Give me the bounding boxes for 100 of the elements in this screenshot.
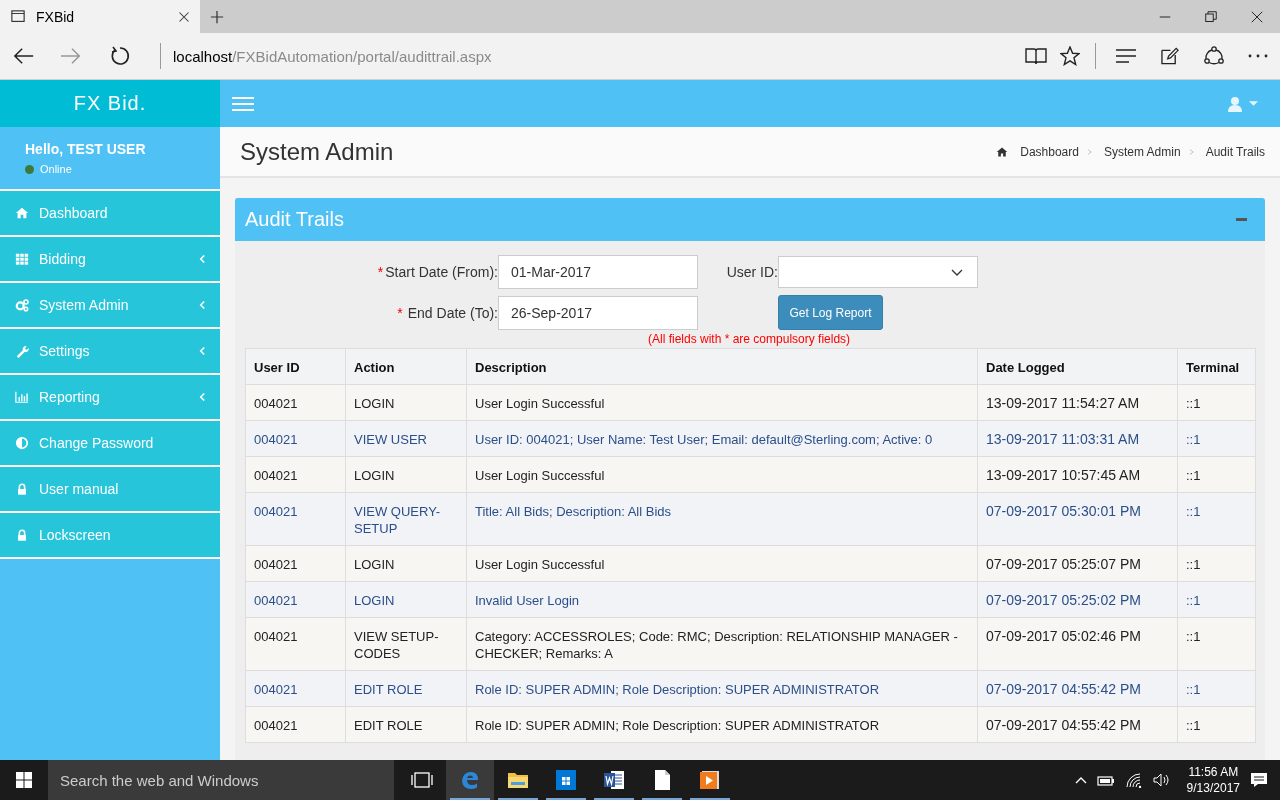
table-cell: EDIT ROLE <box>345 706 467 743</box>
table-cell: ::1 <box>1177 492 1256 546</box>
back-icon[interactable] <box>13 47 35 65</box>
column-header: Terminal <box>1177 348 1256 385</box>
table-cell: LOGIN <box>345 456 467 493</box>
sidebar-item[interactable]: Change Password <box>0 421 220 467</box>
table-cell: 004021 <box>245 670 346 707</box>
user-greeting: Hello, TEST USER <box>25 141 147 157</box>
status-dot <box>25 164 34 174</box>
play-icon[interactable] <box>698 768 722 792</box>
app-logo[interactable]: FX Bid. <box>0 80 220 127</box>
star-icon[interactable] <box>1060 46 1080 66</box>
table-cell: 07-09-2017 05:25:02 PM <box>977 581 1178 618</box>
task-view-icon[interactable] <box>411 771 433 789</box>
table-cell: Role ID: SUPER ADMIN; Role Description: SUPER ADMINISTRATOR <box>466 670 978 707</box>
get-log-report-button[interactable]: Get Log Report <box>778 295 883 330</box>
table-cell: ::1 <box>1177 617 1256 671</box>
breadcrumb-link[interactable]: Dashboard <box>1020 144 1079 159</box>
sidebar-item[interactable]: Settings <box>0 329 220 375</box>
pen-icon[interactable] <box>1161 47 1179 65</box>
browser-tab[interactable]: FXBid <box>0 0 200 33</box>
chevron-up-icon[interactable] <box>1074 776 1087 784</box>
table-cell: EDIT ROLE <box>345 670 467 707</box>
table-cell: User ID: 004021; User Name: Test User; Email: default@Sterling.com; Active: 0 <box>466 420 978 457</box>
field-label: User ID: <box>725 264 778 280</box>
battery-icon[interactable] <box>1096 774 1115 786</box>
wrench-icon <box>15 344 29 358</box>
page-icon <box>10 9 26 24</box>
caret-icon <box>1249 101 1258 106</box>
table-cell: Title: All Bids; Description: All Bids <box>466 492 978 546</box>
document-icon[interactable] <box>602 768 626 792</box>
table-cell: 07-09-2017 05:30:01 PM <box>977 492 1178 546</box>
sidebar-item[interactable]: Reporting <box>0 375 220 421</box>
clock[interactable]: 11:56 AM 9/13/2017 <box>1186 764 1240 796</box>
grid-icon <box>15 252 29 266</box>
lock-icon <box>15 528 29 542</box>
table-cell: User Login Successful <box>466 456 978 493</box>
column-header: User ID <box>245 348 346 385</box>
notification-icon[interactable] <box>1250 772 1268 788</box>
table-cell: ::1 <box>1177 384 1256 421</box>
hub-icon[interactable] <box>1116 49 1136 63</box>
table-cell: User Login Successful <box>466 545 978 582</box>
field-label: * End Date (To): <box>396 304 498 321</box>
panel-title: Audit Trails <box>245 208 344 231</box>
restore-icon[interactable] <box>1205 10 1217 23</box>
chevron-down-icon <box>951 268 963 276</box>
table-cell: 004021 <box>245 581 346 618</box>
table-cell: 004021 <box>245 706 346 743</box>
close-icon[interactable] <box>1251 10 1263 23</box>
book-icon[interactable] <box>1025 46 1047 66</box>
end-date-field[interactable]: 26-Sep-2017 <box>498 295 698 330</box>
table-cell: VIEW SETUP-CODES <box>345 617 467 671</box>
table-cell: ::1 <box>1177 670 1256 707</box>
store-icon[interactable] <box>554 768 578 792</box>
more-icon[interactable] <box>1248 54 1268 58</box>
sidebar-item[interactable]: Dashboard <box>0 191 220 237</box>
chevron-left-icon <box>199 346 206 356</box>
sidebar-item[interactable]: Bidding <box>0 237 220 283</box>
table-cell: VIEW USER <box>345 420 467 457</box>
volume-icon[interactable] <box>1152 773 1171 787</box>
search-field[interactable]: Search the web and Windows <box>48 760 394 800</box>
column-header: Date Logged <box>977 348 1178 385</box>
sidebar-item[interactable]: Lockscreen <box>0 513 220 559</box>
breadcrumb-link[interactable]: System Admin <box>1103 144 1181 159</box>
bar-chart-icon <box>15 390 29 404</box>
chevron-left-icon <box>199 254 206 264</box>
refresh-icon[interactable] <box>110 46 130 66</box>
gears-icon <box>15 298 29 312</box>
compulsory-note: (All fields with * are compulsory fields) <box>647 332 852 346</box>
table-cell: LOGIN <box>345 384 467 421</box>
column-header: Action <box>345 348 467 385</box>
table-cell: Category: ACCESSROLES; Code: RMC; Description: RELATIONSHIP MANAGER - CHECKER; Remarks: A <box>466 617 978 671</box>
table-cell: ::1 <box>1177 545 1256 582</box>
table-cell: 004021 <box>245 545 346 582</box>
sidebar-item[interactable]: System Admin <box>0 283 220 329</box>
table-cell: 004021 <box>245 420 346 457</box>
table-cell: 004021 <box>245 456 346 493</box>
wifi-icon[interactable] <box>1124 772 1143 788</box>
sidebar-item[interactable]: User manual <box>0 467 220 513</box>
table-cell: ::1 <box>1177 706 1256 743</box>
plus-icon[interactable] <box>210 9 224 24</box>
home-icon <box>996 145 1009 158</box>
separator-icon <box>1188 147 1194 156</box>
column-header: Description <box>466 348 978 385</box>
close-icon[interactable] <box>178 10 190 23</box>
table-cell: LOGIN <box>345 581 467 618</box>
start-date-field[interactable]: 01-Mar-2017 <box>498 255 698 289</box>
table-cell: Invalid User Login <box>466 581 978 618</box>
table-cell: 004021 <box>245 384 346 421</box>
contrast-icon <box>15 436 29 450</box>
share-icon[interactable] <box>1204 46 1224 66</box>
table-cell: Role ID: SUPER ADMIN; Role Description: SUPER ADMINISTRATOR <box>466 706 978 743</box>
windows-icon[interactable] <box>16 772 32 788</box>
page-title: System Admin <box>240 137 394 166</box>
chevron-left-icon <box>199 392 206 402</box>
home-icon <box>15 206 29 220</box>
table-cell: ::1 <box>1177 420 1256 457</box>
table-cell: 004021 <box>245 617 346 671</box>
table-cell: 07-09-2017 05:02:46 PM <box>977 617 1178 671</box>
chevron-left-icon <box>199 300 206 310</box>
